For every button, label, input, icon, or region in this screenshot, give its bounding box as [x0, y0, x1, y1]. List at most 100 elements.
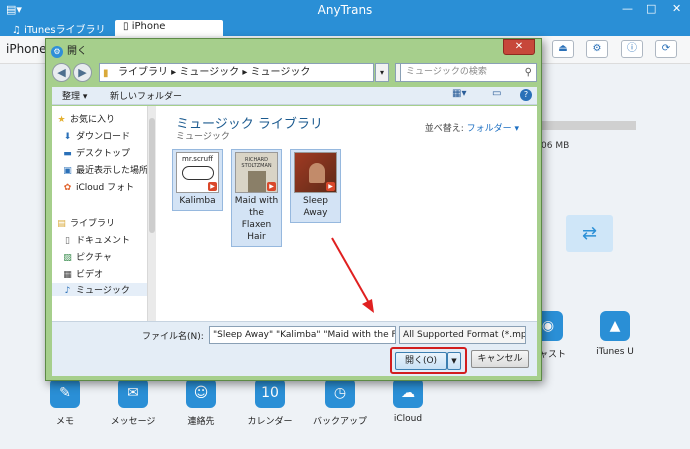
file-tile-sleep-away[interactable]: ▶ Sleep Away	[290, 149, 341, 223]
open-file-dialog: ⚙開く ✕ ◀ ▶ ▮ ライブラリ ▸ ミュージック ▸ ミュージック ▾ ↻ …	[45, 38, 542, 381]
filename-label: ファイル名(N):	[142, 332, 204, 342]
minimize-icon[interactable]: —	[622, 2, 633, 15]
backup-icon: ◷	[325, 378, 355, 408]
app-backup[interactable]: ◷ バックアップ	[310, 378, 370, 427]
nav-item-pictures[interactable]: ▨ ピクチャ	[62, 250, 112, 263]
filename-input[interactable]: "Sleep Away" "Kalimba" "Maid with the Fl	[209, 326, 396, 344]
arrange-by: 並べ替え: フォルダー ▾	[424, 124, 519, 134]
calendar-icon: 10	[255, 378, 285, 408]
search-icon: ⚲	[524, 67, 532, 78]
nav-item-icloud-photos[interactable]: ✿ iCloud フォト	[62, 180, 134, 193]
navigation-row: ◀ ▶ ▮ ライブラリ ▸ ミュージック ▸ ミュージック ▾ ↻ ミュージック…	[52, 62, 537, 84]
star-icon: ★	[57, 115, 66, 125]
app-title: AnyTrans	[317, 3, 373, 17]
info-icon[interactable]: ⓘ	[621, 40, 643, 58]
app-label: メッセージ	[110, 417, 156, 427]
preview-pane-icon[interactable]: ▭	[492, 88, 501, 99]
cloud-icon: ☁	[393, 378, 423, 408]
storage-text: 06 MB	[541, 141, 570, 151]
app-notes[interactable]: ✎ メモ	[35, 378, 95, 427]
forward-icon[interactable]: ▶	[73, 63, 92, 82]
back-icon[interactable]: ◀	[52, 63, 71, 82]
open-button-highlight: 開く(O) ▼	[390, 347, 467, 374]
new-folder-button[interactable]: 新しいフォルダー	[110, 89, 182, 102]
app-label: 連絡先	[187, 417, 215, 427]
cancel-button[interactable]: キャンセル	[471, 350, 529, 368]
app-label: iTunes U	[596, 347, 634, 357]
gear-icon[interactable]: ⚙	[586, 40, 608, 58]
album-art-kalimba: mr.scruff ▶	[176, 152, 219, 193]
recent-places-icon: ▣	[63, 166, 72, 176]
address-dropdown-icon[interactable]: ▾	[375, 63, 389, 82]
nav-item-favorites[interactable]: ★ お気に入り	[56, 112, 115, 125]
message-icon: ✉	[118, 378, 148, 408]
nav-item-desktop[interactable]: ▬ デスクトップ	[62, 146, 130, 159]
dialog-close-button[interactable]: ✕	[503, 39, 535, 55]
app-label: iCloud	[393, 414, 423, 424]
maximize-icon[interactable]: □	[646, 2, 656, 15]
search-input[interactable]: ミュージックの検索 ⚲	[400, 63, 537, 82]
open-dropdown-icon[interactable]: ▼	[447, 352, 461, 370]
dialog-footer: ファイル名(N): "Sleep Away" "Kalimba" "Maid w…	[52, 321, 537, 376]
play-icon: ▶	[267, 182, 276, 191]
library-subtitle: ミュージック	[176, 132, 230, 142]
album-art-sleep-away: ▶	[294, 152, 337, 193]
app-label: カレンダー	[247, 417, 293, 427]
app-icloud[interactable]: ☁ iCloud	[378, 378, 438, 424]
file-list: ミュージック ライブラリ ミュージック 並べ替え: フォルダー ▾ mr.scr…	[156, 106, 537, 321]
nav-item-recent-places[interactable]: ▣ 最近表示した場所	[62, 163, 148, 176]
videos-icon: ▦	[63, 270, 72, 280]
folder-icon: ▮	[103, 68, 109, 79]
documents-icon: ▯	[65, 236, 70, 246]
play-icon: ▶	[326, 182, 335, 191]
organize-button[interactable]: 整理 ▾	[62, 89, 87, 102]
tab-itunes-library[interactable]: ♫ iTunesライブラリ	[4, 20, 114, 36]
tab-iphone[interactable]: ▯ iPhone	[115, 20, 223, 36]
device-name: iPhone	[6, 42, 47, 56]
nav-item-documents[interactable]: ▯ ドキュメント	[62, 233, 130, 246]
arrange-by-dropdown[interactable]: フォルダー ▾	[467, 124, 519, 134]
nav-item-videos[interactable]: ▦ ビデオ	[62, 267, 103, 280]
close-icon[interactable]: ✕	[672, 2, 681, 15]
file-tile-kalimba[interactable]: mr.scruff ▶ Kalimba	[172, 149, 223, 211]
app-label: メモ	[55, 417, 74, 427]
music-note-icon: ♫	[12, 25, 25, 36]
eject-icon[interactable]: ⏏	[552, 40, 574, 58]
open-button[interactable]: 開く(O)	[395, 352, 447, 370]
address-path: ライブラリ ▸ ミュージック ▸ ミュージック	[118, 67, 311, 78]
help-icon[interactable]: ?	[520, 89, 532, 101]
file-name: Sleep Away	[302, 196, 328, 218]
file-type-select[interactable]: All Supported Format (*.mp	[399, 326, 526, 344]
contacts-icon: ☺	[186, 378, 216, 408]
icloud-photos-icon: ✿	[63, 183, 72, 193]
dialog-app-icon: ⚙	[51, 46, 63, 58]
music-icon: ♪	[64, 286, 71, 296]
sync-icon[interactable]: ⟳	[655, 40, 677, 58]
app-calendar[interactable]: 10 カレンダー	[240, 378, 300, 427]
nav-item-downloads[interactable]: ⬇ ダウンロード	[62, 129, 130, 142]
view-options-icon[interactable]: ▦▾	[452, 88, 466, 99]
desktop-icon: ▬	[63, 149, 72, 159]
scrollbar-thumb[interactable]	[149, 118, 155, 233]
notes-icon: ✎	[50, 378, 80, 408]
file-tile-maid-with-the-flaxen-hair[interactable]: RICHARD STOLTZMAN ▶ Maid with the Flaxen…	[231, 149, 282, 247]
navigation-pane: ★ お気に入り ⬇ ダウンロード ▬ デスクトップ ▣ 最近表示した場所 ✿ iCloud…	[52, 106, 156, 321]
file-name: Maid with the Flaxen Hair	[234, 196, 279, 242]
app-tabbar: ♫ iTunesライブラリ ▯ iPhone	[0, 18, 690, 36]
command-bar: 整理 ▾ 新しいフォルダー ▦▾ ▭ ?	[52, 87, 537, 105]
library-icon: ▤	[57, 219, 66, 229]
app-contacts[interactable]: ☺ 連絡先	[171, 378, 231, 427]
phone-icon: ▯	[123, 21, 132, 32]
app-messages[interactable]: ✉ メッセージ	[103, 378, 163, 427]
nav-item-libraries[interactable]: ▤ ライブラリ	[56, 216, 115, 229]
pictures-icon: ▨	[63, 253, 72, 263]
nav-item-music[interactable]: ♪ ミュージック	[52, 283, 147, 296]
transfer-to-mac-button[interactable]: ⇄	[566, 215, 613, 252]
navigation-scrollbar[interactable]	[147, 106, 156, 321]
download-icon: ⬇	[63, 132, 72, 142]
app-itunes-u[interactable]: ▲ iTunes U	[585, 311, 645, 357]
graduation-cap-icon: ▲	[600, 311, 630, 341]
storage-bar	[536, 121, 636, 130]
dialog-title: ⚙ 開く	[51, 42, 87, 58]
address-bar[interactable]: ▮ ライブラリ ▸ ミュージック ▸ ミュージック	[99, 63, 374, 82]
